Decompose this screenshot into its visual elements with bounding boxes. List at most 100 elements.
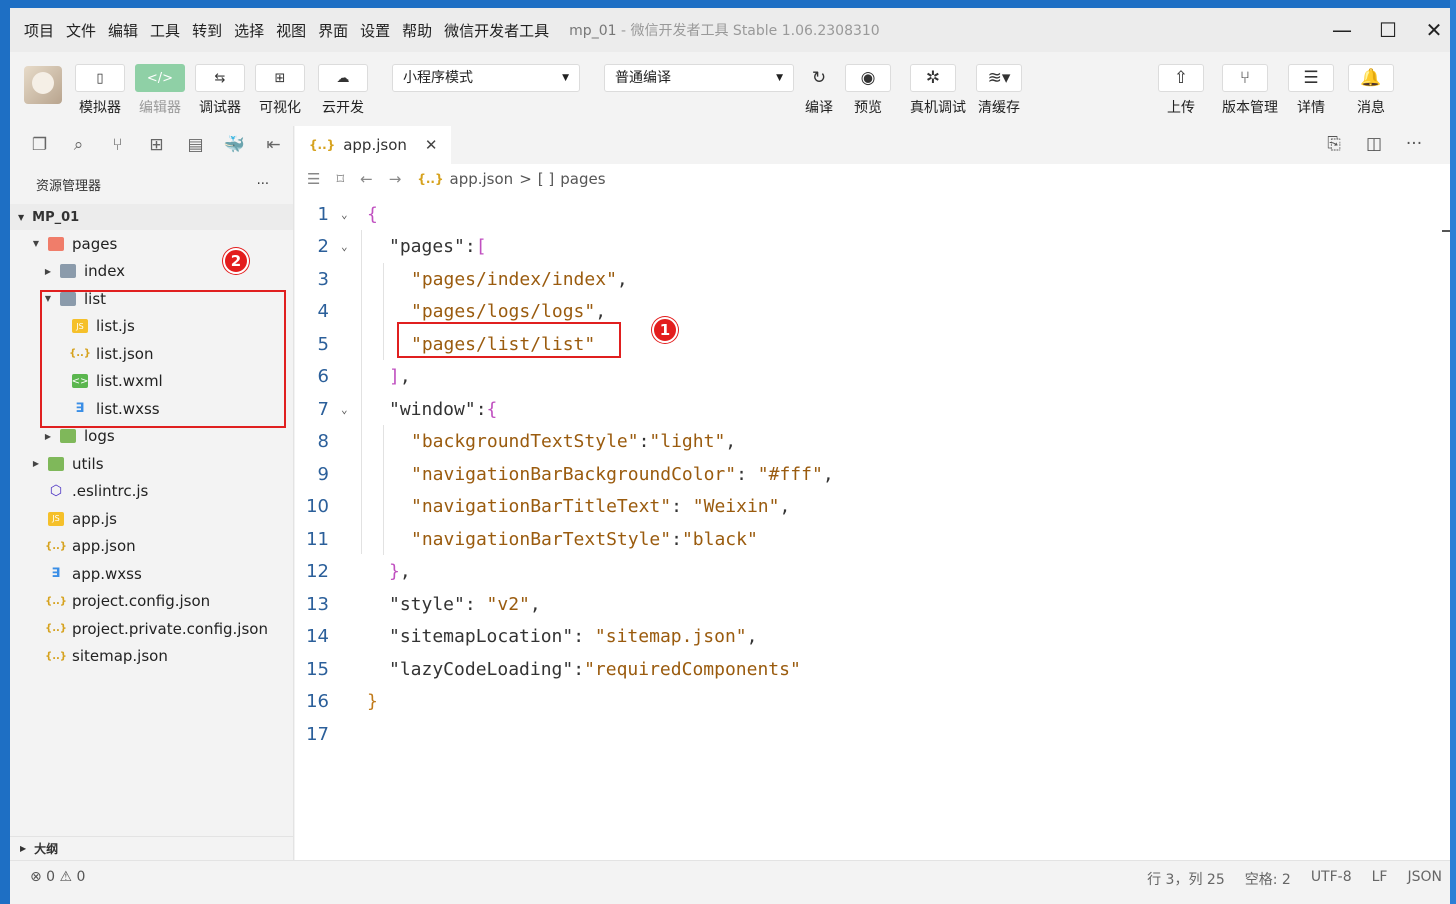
list-icon[interactable]: ☰ (307, 170, 320, 188)
menu-view[interactable]: 视图 (276, 20, 306, 41)
menu-project[interactable]: 项目 (24, 20, 54, 41)
compile-button[interactable]: ↻ 编译 (796, 64, 842, 117)
tree-item[interactable]: {..} project.private.config.json (10, 615, 293, 643)
outline-section[interactable]: ▶ 大纲 (10, 836, 293, 860)
bookmark-icon[interactable]: ⌑ (336, 170, 344, 188)
visual-button[interactable]: ⊞ 可视化 (254, 64, 306, 117)
breadcrumb-node[interactable]: pages (560, 170, 605, 188)
code-token: : (736, 463, 758, 485)
clear-cache-button[interactable]: ≋▾ 清缓存 (976, 64, 1022, 117)
code-view[interactable]: 1 ⌄{2 ⌄ "pages":[3 "pages/index/index", 4 "pag… (295, 198, 1456, 751)
tree-item[interactable]: {..} app.json (10, 533, 293, 561)
tree-item[interactable]: ⬡ .eslintrc.js (10, 478, 293, 506)
code-line[interactable]: 15 "lazyCodeLoading":"requiredComponents" (295, 653, 1456, 686)
messages-button[interactable]: 🔔 消息 (1348, 64, 1394, 117)
version-button[interactable]: ⑂ 版本管理 (1222, 64, 1278, 117)
chevron-down-icon: ▼ (18, 212, 25, 222)
language-mode[interactable]: JSON (1407, 869, 1442, 889)
highlight-box-tree (40, 290, 286, 428)
tree-item[interactable]: ∃ app.wxss (10, 560, 293, 588)
search-icon[interactable]: ⌕ (59, 135, 98, 155)
open-file-icon[interactable]: ⎘ (1314, 134, 1354, 154)
code-line[interactable]: 12}, (295, 556, 1456, 589)
details-button[interactable]: ☰ 详情 (1288, 64, 1334, 117)
code-line[interactable]: 7 ⌄ "window":{ (295, 393, 1456, 426)
breadcrumb-file[interactable]: app.json (450, 170, 514, 188)
fold-chevron-icon[interactable]: ⌄ (341, 208, 359, 221)
more-actions-icon[interactable]: ··· (1394, 134, 1434, 154)
code-line[interactable]: 10 "navigationBarTitleText": "Weixin", (295, 491, 1456, 524)
js-file-icon: JS (48, 511, 64, 526)
code-line[interactable]: 14 "sitemapLocation": "sitemap.json", (295, 621, 1456, 654)
chevron-right-icon[interactable]: ▶ (42, 432, 54, 441)
menu-lines-icon: ☰ (1288, 64, 1334, 92)
device-debug-button[interactable]: ✲ 真机调试 (910, 64, 966, 117)
menu-edit[interactable]: 编辑 (108, 20, 138, 41)
files-icon[interactable]: ❐ (20, 135, 59, 155)
code-line[interactable]: 1 ⌄ { (295, 198, 1456, 231)
upload-button[interactable]: ⇧ 上传 (1158, 64, 1204, 117)
extensions-icon[interactable]: ⊞ (137, 135, 176, 155)
tree-item[interactable]: ▶ index (10, 258, 293, 286)
compile-select[interactable]: 普通编译 ▼ (604, 64, 794, 92)
docker-icon[interactable]: 🐳 (215, 135, 254, 155)
menu-tools[interactable]: 工具 (150, 20, 180, 41)
code-line[interactable]: 11 "navigationBarTextStyle":"black" (295, 523, 1456, 556)
maximize-icon[interactable]: ☐ (1366, 8, 1410, 52)
cloud-button[interactable]: ☁ 云开发 (317, 64, 369, 117)
split-editor-icon[interactable]: ◫ (1354, 134, 1394, 154)
code-line[interactable]: 13 "style": "v2", (295, 588, 1456, 621)
chevron-right-icon[interactable]: ▶ (42, 267, 54, 276)
code-token: , (399, 366, 411, 388)
version-label: 版本管理 (1222, 100, 1278, 116)
project-root[interactable]: ▼ MP_01 (10, 204, 293, 230)
tree-item[interactable]: {..} sitemap.json (10, 643, 293, 671)
menu-goto[interactable]: 转到 (192, 20, 222, 41)
minimize-icon[interactable]: — (1320, 8, 1364, 52)
tab-app-json[interactable]: {..} app.json ✕ (295, 126, 452, 164)
editor-button[interactable]: </> 编辑器 (134, 64, 186, 117)
code-line[interactable]: 9 "navigationBarBackgroundColor": "#fff", (295, 458, 1456, 491)
problems-indicator[interactable]: ⊗ 0 ⚠ 0 (30, 869, 85, 885)
menu-select[interactable]: 选择 (234, 20, 264, 41)
user-avatar[interactable] (24, 66, 62, 104)
encoding[interactable]: UTF-8 (1311, 869, 1352, 889)
window-title: mp_01 - 微信开发者工具 Stable 1.06.2308310 (569, 20, 880, 40)
chevron-right-icon[interactable]: ▶ (30, 459, 42, 468)
mode-select[interactable]: 小程序模式 ▼ (392, 64, 580, 92)
menu-wechat-devtools[interactable]: 微信开发者工具 (444, 20, 549, 41)
indent-setting[interactable]: 空格: 2 (1245, 869, 1291, 889)
main-toolbar: ▯ 模拟器 </> 编辑器 ⇆ 调试器 ⊞ 可视化 ☁ 云开发 小程序模式 ▼ … (10, 52, 1456, 126)
forward-icon[interactable]: → (389, 170, 402, 188)
tree-item[interactable]: JS app.js (10, 505, 293, 533)
debugger-button[interactable]: ⇆ 调试器 (194, 64, 246, 117)
menu-settings[interactable]: 设置 (360, 20, 390, 41)
sidebar: ❐ ⌕ ⑂ ⊞ ▤ 🐳 ⇤ 资源管理器 ··· ▼ MP_01 ▼ pages ▶ i… (10, 126, 294, 860)
collapse-panel-icon[interactable]: ⇤ (254, 135, 293, 155)
code-line[interactable]: 17 (295, 718, 1456, 751)
back-icon[interactable]: ← (360, 170, 373, 188)
code-line[interactable]: 3 "pages/index/index", (295, 263, 1456, 296)
code-line[interactable]: 8 "backgroundTextStyle":"light", (295, 426, 1456, 459)
code-line[interactable]: 2 ⌄ "pages":[ (295, 231, 1456, 264)
line-ending[interactable]: LF (1372, 869, 1388, 889)
chevron-down-icon[interactable]: ▼ (30, 239, 42, 248)
tree-item[interactable]: ▼ pages (10, 230, 293, 258)
cursor-position[interactable]: 行 3，列 25 (1147, 869, 1225, 889)
tree-item[interactable]: ▶ utils (10, 450, 293, 478)
code-line[interactable]: 16} (295, 686, 1456, 719)
menu-interface[interactable]: 界面 (318, 20, 348, 41)
simulator-button[interactable]: ▯ 模拟器 (74, 64, 126, 117)
fold-chevron-icon[interactable]: ⌄ (341, 240, 359, 253)
fold-chevron-icon[interactable]: ⌄ (341, 403, 359, 416)
preview-button[interactable]: ◉ 预览 (845, 64, 891, 117)
source-control-icon[interactable]: ⑂ (98, 135, 137, 155)
menu-help[interactable]: 帮助 (402, 20, 432, 41)
code-token: "pages" (389, 236, 465, 258)
tree-item[interactable]: {..} project.config.json (10, 588, 293, 616)
code-line[interactable]: 6], (295, 361, 1456, 394)
close-tab-icon[interactable]: ✕ (425, 136, 438, 154)
storage-icon[interactable]: ▤ (176, 135, 215, 155)
more-icon[interactable]: ··· (257, 177, 269, 192)
menu-file[interactable]: 文件 (66, 20, 96, 41)
